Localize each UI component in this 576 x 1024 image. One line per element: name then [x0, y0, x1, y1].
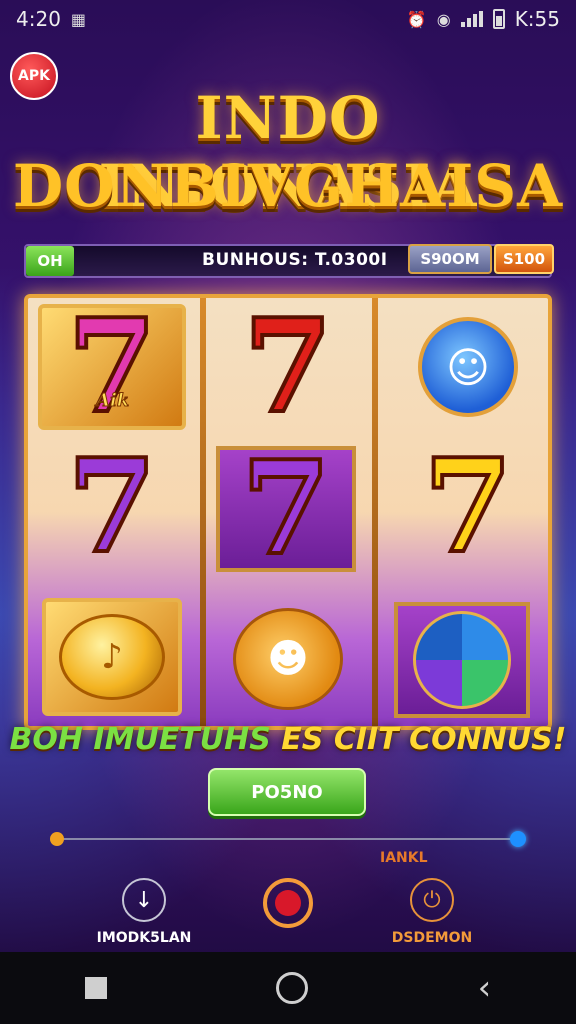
symbol-creature: ☺	[394, 304, 542, 430]
recent-apps-icon[interactable]	[84, 977, 107, 999]
slider-label: IANKL	[380, 850, 428, 866]
symbol-seven-yellow: 7	[394, 432, 542, 582]
record-icon	[275, 890, 301, 916]
status-time-left: 4:20	[16, 7, 61, 31]
signal-icon	[460, 11, 483, 27]
record-button[interactable]	[263, 878, 313, 928]
symbol-seven-highlight: 7	[216, 434, 356, 584]
left-control-label: IMODK5LAN	[96, 930, 192, 946]
seven-symbol-icon: 7	[239, 434, 332, 584]
power-icon[interactable]: ⏻	[410, 878, 454, 922]
banner-part1: BOH IMUETUHS	[9, 722, 271, 757]
wifi-icon: ◉	[436, 9, 451, 29]
slider-left-handle[interactable]	[50, 832, 64, 846]
reel-divider	[200, 298, 206, 726]
right-control[interactable]: ⏻ DSDEMON	[386, 878, 478, 946]
banner-part2: ES CIIT CONNUS!	[281, 722, 567, 757]
symbol-seven-framed: 7 Aik	[38, 294, 186, 442]
bet-pill[interactable]: S100	[494, 244, 554, 274]
left-control[interactable]: ↓ IMODK5LAN	[96, 878, 192, 946]
blue-creature-icon: ☺	[418, 317, 518, 417]
symbol-globe	[394, 602, 530, 718]
battery-icon	[492, 9, 505, 29]
gold-coin-icon: ♪	[59, 614, 165, 700]
seven-symbol-icon: 7	[65, 294, 158, 442]
status-bar: 4:20 ▦ ⏰ ◉ K:55	[0, 0, 576, 38]
seven-symbol-icon: 7	[241, 294, 334, 442]
home-icon[interactable]	[276, 972, 309, 1004]
right-control-label: DSDEMON	[391, 930, 473, 946]
reel-divider	[372, 298, 378, 726]
seven-symbol-icon: 7	[65, 432, 158, 582]
slider-track[interactable]	[58, 838, 518, 840]
back-icon[interactable]: ‹	[478, 971, 492, 1005]
info-left-button[interactable]: OH	[26, 246, 74, 276]
balance-pill[interactable]: S90OM	[408, 244, 492, 274]
notification-icon: ▦	[70, 9, 87, 29]
android-nav-bar: ‹	[0, 952, 576, 1024]
game-title-line2: DONBIVGHAISA	[12, 152, 564, 220]
slider-right-handle[interactable]	[510, 831, 526, 847]
status-time-right: K:55	[514, 7, 560, 31]
download-icon[interactable]: ↓	[122, 878, 166, 922]
alarm-icon: ⏰	[406, 9, 427, 29]
symbol-lion: ☻	[214, 596, 362, 722]
globe-icon	[413, 611, 511, 709]
symbol-coin: ♪	[42, 598, 182, 716]
win-banner: BOH IMUETUHS ES CIIT CONNUS!	[0, 722, 576, 757]
slot-machine: 7 Aik 7 ☺ 7 7 7 ♪ ☻	[24, 294, 552, 730]
symbol-seven-red: 7	[214, 294, 362, 442]
lion-icon: ☻	[233, 608, 343, 710]
info-bar: OH BUNHOUS: T.0300I S90OM S100	[24, 244, 554, 278]
bonus-label: BUNHOUS: T.0300I	[202, 250, 388, 270]
seven-symbol-icon: 7	[421, 432, 514, 582]
symbol-badge: Aik	[95, 390, 130, 412]
spin-button[interactable]: PO5NO	[208, 768, 366, 816]
symbol-seven-purple: 7	[38, 432, 186, 582]
